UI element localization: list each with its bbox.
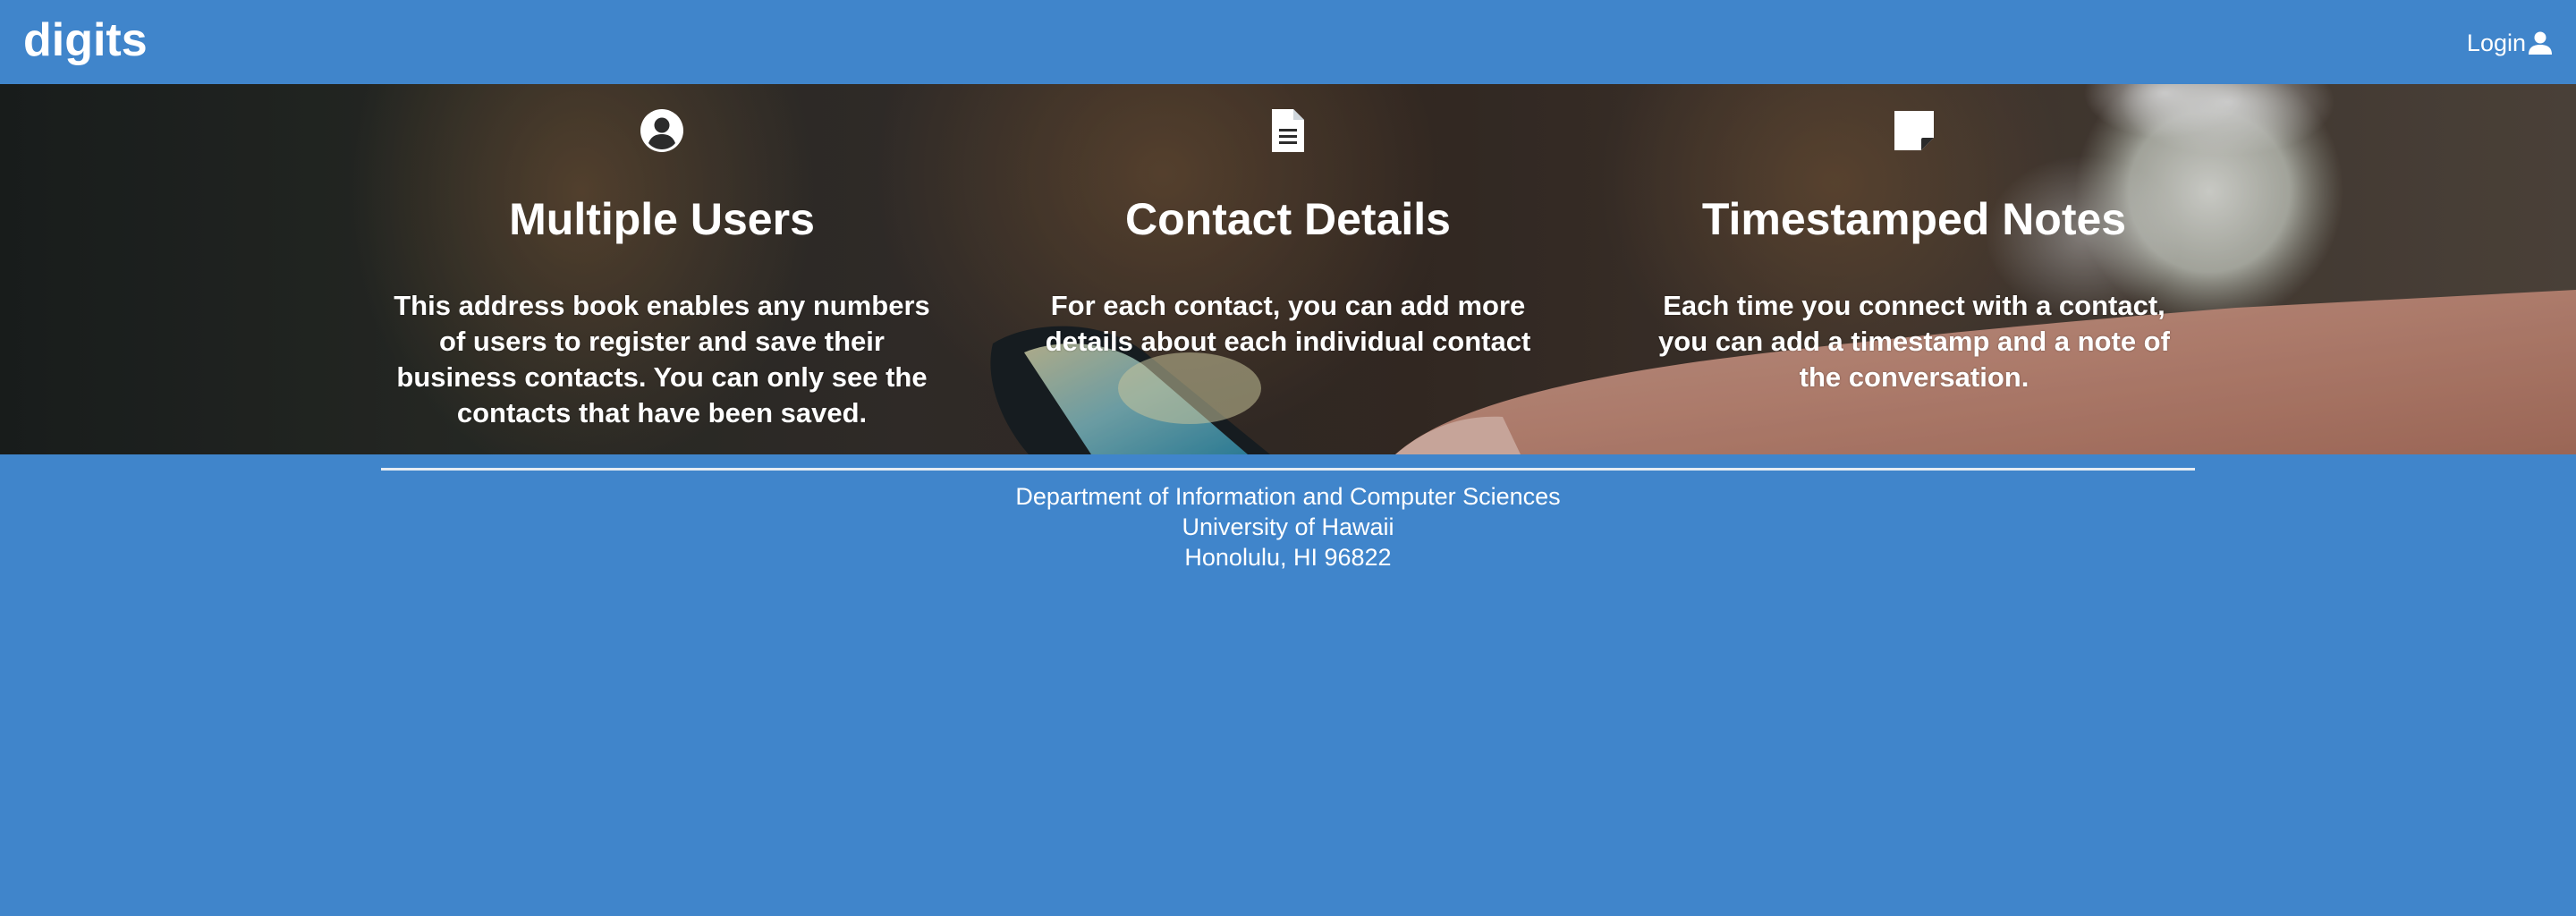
feature-title: Contact Details (1125, 194, 1451, 244)
footer-university: University of Hawaii (1182, 513, 1394, 540)
login-label: Login (2466, 29, 2526, 56)
file-text-icon (1272, 109, 1304, 152)
footer-address: Honolulu, HI 96822 (1184, 544, 1392, 571)
feature-multiple-users: Multiple Users This address book enables… (376, 84, 948, 454)
feature-timestamped-notes: Timestamped Notes Each time you connect … (1628, 84, 2200, 454)
user-circle-icon (640, 109, 683, 152)
features-row: Multiple Users This address book enables… (376, 84, 2200, 454)
feature-title: Timestamped Notes (1701, 194, 2127, 244)
sticky-note-icon (1894, 111, 1934, 150)
hero-banner: Multiple Users This address book enables… (0, 84, 2576, 454)
navbar: digits Login (0, 0, 2576, 84)
feature-title: Multiple Users (509, 194, 815, 244)
feature-contact-details: Contact Details For each contact, you ca… (1002, 84, 1574, 454)
brand-logo-link[interactable]: digits (23, 13, 148, 68)
feature-description: For each contact, you can add more detai… (1045, 290, 1531, 357)
footer-department: Department of Information and Computer S… (1015, 483, 1561, 510)
user-icon (2529, 31, 2552, 55)
footer-divider (381, 468, 2195, 471)
feature-description: Each time you connect with a contact, yo… (1658, 290, 2170, 393)
login-button[interactable]: Login (2467, 27, 2553, 59)
feature-description: This address book enables any numbers of… (394, 290, 930, 428)
footer: Department of Information and Computer S… (0, 481, 2576, 572)
